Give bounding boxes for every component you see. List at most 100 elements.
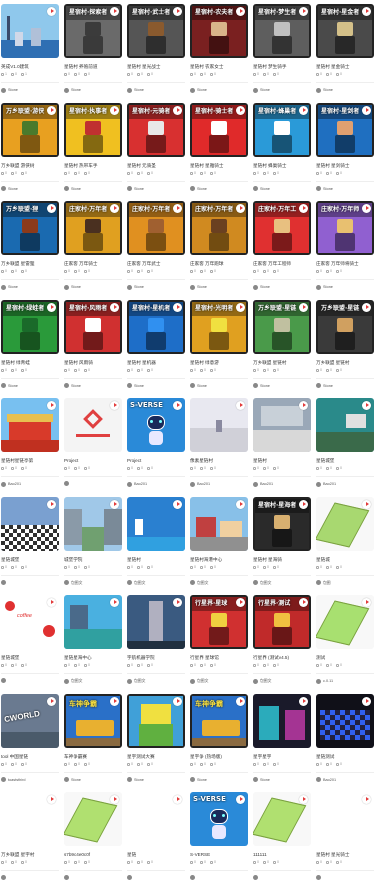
project-author[interactable]: 包图文 (127, 580, 185, 586)
project-author[interactable]: 包图文 (253, 580, 311, 586)
project-card[interactable]: 星宿村·光明者 星链村 绿意游 0 0 0 Stone (190, 299, 248, 399)
project-title[interactable]: 万乡联盟 游侠树 (1, 163, 59, 169)
project-title[interactable]: Project (64, 458, 122, 464)
project-card[interactable]: s7b9c4e0c0f 0 0 0 (64, 792, 122, 891)
project-author[interactable]: 包图文 (64, 580, 122, 586)
play-icon[interactable] (173, 401, 182, 410)
project-author[interactable]: Bao201 (127, 481, 185, 487)
project-thumbnail[interactable] (127, 496, 185, 551)
project-card[interactable]: 星链村 0 0 0 Bao201 (253, 398, 311, 497)
project-author[interactable]: Stone (1, 87, 59, 93)
play-icon[interactable] (110, 598, 119, 607)
project-card[interactable]: 宇航机器学院 0 0 0 包图文 (127, 595, 185, 694)
project-thumbnail[interactable]: 星宿村·星剑者 (316, 102, 374, 157)
project-author[interactable]: Stone (190, 186, 248, 192)
project-thumbnail[interactable]: 星宿村·星海者 (253, 496, 311, 551)
project-card[interactable]: 像素星链村 0 0 0 Bao201 (190, 398, 248, 497)
play-icon[interactable] (173, 795, 182, 804)
project-title[interactable]: 星链测试 (316, 754, 374, 760)
play-icon[interactable] (236, 795, 245, 804)
play-icon[interactable] (299, 696, 308, 706)
play-icon[interactable] (362, 598, 371, 607)
project-thumbnail[interactable] (64, 496, 122, 551)
project-title[interactable]: 行星界 (测试v4.5) (253, 655, 311, 661)
project-thumbnail[interactable] (64, 595, 122, 649)
project-title[interactable]: 星链村 星机器 (127, 360, 185, 366)
project-thumbnail[interactable]: 行星界·测试 (253, 595, 311, 649)
project-thumbnail[interactable]: 万乡联盟·星链 (316, 299, 374, 354)
project-card[interactable]: S-VERSE S-VERSE 0 0 0 (190, 792, 248, 891)
project-card[interactable]: 测试 0 0 0 c.0.11 (316, 595, 374, 694)
project-title[interactable]: 星链村 星光骑士 (316, 852, 374, 858)
project-card[interactable]: 星链 0 0 0 (127, 792, 185, 891)
project-thumbnail[interactable]: 星宿村·武士者 (127, 4, 185, 58)
play-icon[interactable] (362, 204, 371, 213)
project-thumbnail[interactable]: 星宿村·星机者 (127, 299, 185, 354)
project-title[interactable]: 车神争霸赛 (64, 754, 122, 760)
project-thumbnail[interactable]: 庄家村·万年者 (127, 201, 185, 255)
project-title[interactable]: 行星界 星球馆 (190, 655, 248, 661)
project-card[interactable]: 星宇星宇 0 0 0 Stone (253, 693, 311, 793)
play-icon[interactable] (236, 499, 245, 509)
project-thumbnail[interactable]: 星宿村·农夫者 (190, 4, 248, 58)
play-icon[interactable] (173, 7, 182, 16)
project-thumbnail[interactable]: 星宿村·风雨者 (64, 299, 122, 354)
project-card[interactable]: 星链测试 0 0 0 Bao201 (316, 693, 374, 793)
project-thumbnail[interactable]: 星宿村·星金者 (316, 4, 374, 58)
project-thumbnail[interactable]: CWORLD (1, 693, 59, 748)
play-icon[interactable] (299, 401, 308, 410)
project-thumbnail[interactable]: 星宿村·骑士者 (190, 102, 248, 157)
project-title[interactable]: 星链村 星金骑士 (316, 64, 374, 70)
play-icon[interactable] (236, 7, 245, 16)
project-author[interactable]: Stone (64, 87, 122, 93)
project-title[interactable]: 庄家客 万年武士 (127, 261, 185, 267)
play-icon[interactable] (173, 696, 182, 706)
play-icon[interactable] (47, 795, 56, 804)
play-icon[interactable] (236, 302, 245, 312)
project-thumbnail[interactable]: 万乡联盟·狸 (1, 201, 59, 255)
project-title[interactable]: s7b9c4e0c0f (64, 852, 122, 858)
project-title[interactable]: 111111 (253, 852, 311, 858)
project-thumbnail[interactable]: 庄家村·万年者 (64, 201, 122, 255)
project-author[interactable] (316, 875, 374, 880)
project-title[interactable]: 星链城堡 (316, 458, 374, 464)
play-icon[interactable] (299, 598, 308, 607)
project-author[interactable]: Bao201 (316, 481, 374, 487)
project-author[interactable]: Stone (1, 383, 59, 389)
project-author[interactable]: Stone (190, 383, 248, 389)
play-icon[interactable] (362, 795, 371, 804)
project-card[interactable]: 星宿村·探索者 星链村 养殖前道 0 0 0 Stone (64, 4, 122, 103)
project-card[interactable]: 星宿村·农夫者 星链村 农家女士 0 0 0 Stone (190, 4, 248, 103)
play-icon[interactable] (299, 105, 308, 115)
project-title[interactable]: 星宇星宇 (253, 754, 311, 760)
project-title[interactable]: 星宇争 (热场版) (190, 754, 248, 760)
play-icon[interactable] (110, 696, 119, 706)
project-card[interactable]: 星宿村·星剑者 星链村 星剑骑士 0 0 0 Stone (316, 102, 374, 202)
project-thumbnail[interactable] (1, 792, 59, 846)
project-thumbnail[interactable] (1, 398, 59, 452)
play-icon[interactable] (110, 401, 119, 410)
project-title[interactable]: 万乡联盟 星链村 (253, 360, 311, 366)
play-icon[interactable] (362, 302, 371, 312)
play-icon[interactable] (173, 598, 182, 607)
project-author[interactable]: Stone (253, 383, 311, 389)
play-icon[interactable] (110, 302, 119, 312)
project-thumbnail[interactable]: S-VERSE (127, 398, 185, 452)
play-icon[interactable] (110, 499, 119, 509)
project-title[interactable]: 测试 (316, 655, 374, 661)
project-card[interactable]: 庄家村·万年师 庄家客 万年师将骑士 0 0 0 Stone (316, 201, 374, 300)
project-title[interactable]: 星链村 蜂巢骑士 (253, 163, 311, 169)
project-title[interactable]: 万乡联盟 星链村 (316, 360, 374, 366)
play-icon[interactable] (173, 204, 182, 213)
project-title[interactable]: 城堡学院 (64, 557, 122, 563)
play-icon[interactable] (47, 401, 56, 410)
play-icon[interactable] (110, 105, 119, 115)
project-author[interactable] (127, 875, 185, 880)
project-thumbnail[interactable]: 星宿村·元骑者 (127, 102, 185, 157)
project-card[interactable]: 星宿村·星海者 星链村 星海骑 0 0 0 包图文 (253, 496, 311, 596)
project-title[interactable]: 万乡联盟 星雷狸 (1, 261, 59, 267)
project-author[interactable]: Bao201 (1, 481, 59, 487)
project-card[interactable]: 庄家村·万年者 庄家客 万年跑球 0 0 0 Stone (190, 201, 248, 300)
project-card[interactable]: 万乡联盟·狸 万乡联盟 星雷狸 0 0 0 Stone (1, 201, 59, 300)
project-title[interactable]: 万乡联盟 星宇村 (1, 852, 59, 858)
